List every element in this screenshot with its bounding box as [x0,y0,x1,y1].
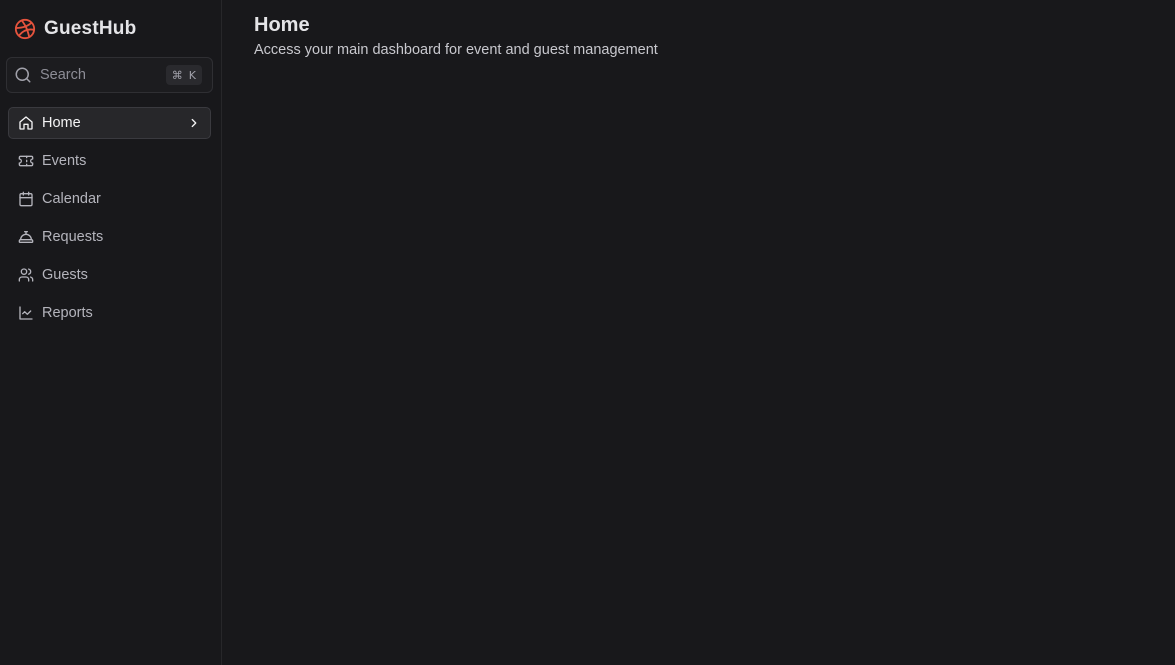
sidebar: GuestHub ⌘ K Home [0,0,222,665]
main-content: Home Access your main dashboard for even… [222,0,1175,665]
line-chart-icon [18,305,34,321]
home-icon [18,115,34,131]
app-root: GuestHub ⌘ K Home [0,0,1175,665]
users-icon [18,267,34,283]
chevron-right-icon [187,116,201,130]
brand-name: GuestHub [44,17,137,39]
basketball-icon [14,18,36,40]
sidebar-item-label: Requests [42,229,104,245]
sidebar-item-requests[interactable]: Requests [8,221,211,253]
sidebar-item-label: Events [42,153,87,169]
page-subtitle: Access your main dashboard for event and… [254,42,658,58]
calendar-icon [18,191,34,207]
sidebar-item-label: Reports [42,305,93,321]
ticket-icon [18,153,34,169]
command-key-symbol: ⌘ [171,68,183,82]
sidebar-item-label: Home [42,115,81,131]
brand[interactable]: GuestHub [6,0,211,57]
sidebar-item-calendar[interactable]: Calendar [8,183,211,215]
search-shortcut-badge: ⌘ K [165,65,202,85]
sidebar-item-guests[interactable]: Guests [8,259,211,291]
shortcut-key: K [188,68,196,82]
bell-concierge-icon [18,229,34,245]
page-title: Home [254,14,310,36]
search-box[interactable]: ⌘ K [6,57,213,93]
sidebar-item-home[interactable]: Home [8,107,211,139]
sidebar-item-events[interactable]: Events [8,145,211,177]
sidebar-nav: Home Events Calendar Requests Guests Rep… [6,107,211,329]
search-input[interactable] [40,67,166,83]
sidebar-item-label: Guests [42,267,88,283]
sidebar-item-label: Calendar [42,191,101,207]
search-icon [14,66,32,84]
sidebar-item-reports[interactable]: Reports [8,297,211,329]
